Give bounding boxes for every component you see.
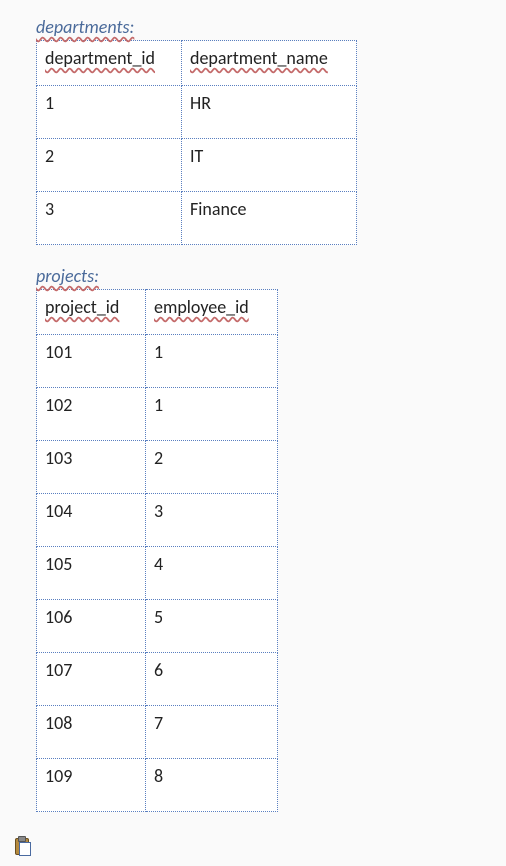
table-row: 103 2: [37, 441, 278, 494]
table-row: 106 5: [37, 600, 278, 653]
departments-table: department_id department_name 1 HR 2 IT …: [36, 40, 357, 245]
cell: 2: [146, 441, 278, 494]
table-row: 102 1: [37, 388, 278, 441]
table-row: 104 3: [37, 494, 278, 547]
cell: 8: [146, 759, 278, 812]
cell: 6: [146, 653, 278, 706]
table-row: 107 6: [37, 653, 278, 706]
cell: 3: [146, 494, 278, 547]
projects-caption: projects:: [36, 265, 494, 287]
table-row: 3 Finance: [37, 192, 357, 245]
cell: 105: [37, 547, 146, 600]
table-row: 101 1: [37, 335, 278, 388]
cell: 101: [37, 335, 146, 388]
cell: HR: [182, 86, 357, 139]
cell: 2: [37, 139, 182, 192]
paste-options-icon[interactable]: [14, 836, 30, 854]
cell: 103: [37, 441, 146, 494]
col-department-name: department_name: [182, 41, 357, 86]
cell: 108: [37, 706, 146, 759]
cell: 4: [146, 547, 278, 600]
cell: IT: [182, 139, 357, 192]
table-row: 2 IT: [37, 139, 357, 192]
cell: 5: [146, 600, 278, 653]
departments-caption: departments:: [36, 16, 494, 38]
cell: 106: [37, 600, 146, 653]
projects-table: project_id employee_id 101 1 102 1 103 2…: [36, 289, 278, 812]
table-header-row: project_id employee_id: [37, 290, 278, 335]
col-project-id: project_id: [37, 290, 146, 335]
table-row: 105 4: [37, 547, 278, 600]
cell: 109: [37, 759, 146, 812]
table-row: 108 7: [37, 706, 278, 759]
cell: 102: [37, 388, 146, 441]
cell: 7: [146, 706, 278, 759]
table-row: 1 HR: [37, 86, 357, 139]
cell: 107: [37, 653, 146, 706]
col-department-id: department_id: [37, 41, 182, 86]
cell: Finance: [182, 192, 357, 245]
col-employee-id: employee_id: [146, 290, 278, 335]
cell: 1: [37, 86, 182, 139]
cell: 1: [146, 335, 278, 388]
cell: 1: [146, 388, 278, 441]
cell: 104: [37, 494, 146, 547]
table-header-row: department_id department_name: [37, 41, 357, 86]
cell: 3: [37, 192, 182, 245]
table-row: 109 8: [37, 759, 278, 812]
